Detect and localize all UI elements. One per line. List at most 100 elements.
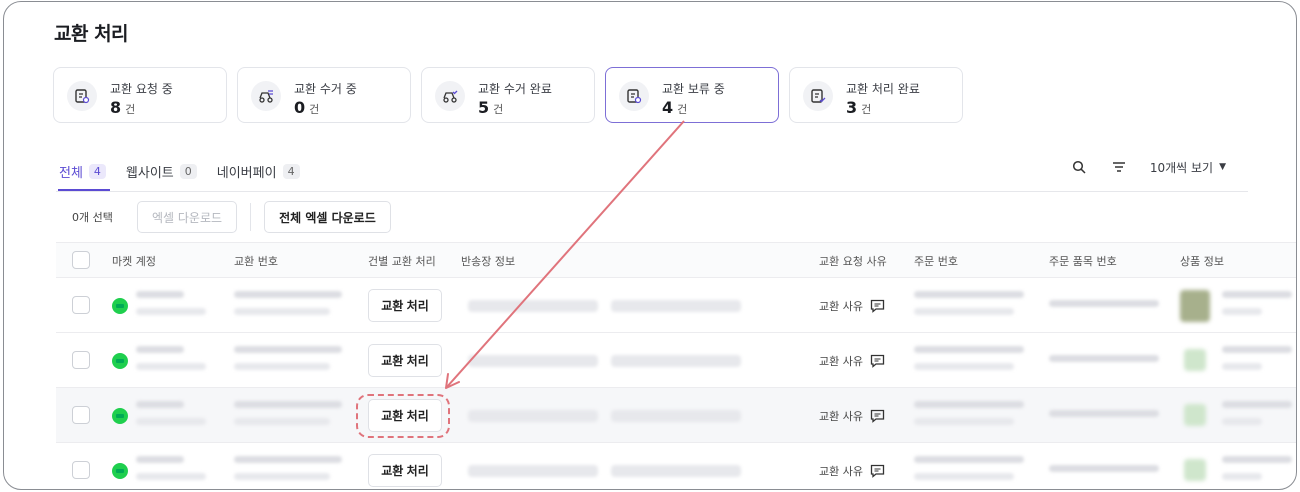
redacted-field [468, 465, 598, 477]
naverpay-logo-icon [112, 353, 128, 369]
page-size-select[interactable]: 10개씩 보기 ▼ [1150, 159, 1226, 176]
redacted-text [234, 418, 330, 425]
redacted-text [136, 346, 184, 353]
redacted-text [136, 291, 184, 298]
tab-website[interactable]: 웹사이트 0 [126, 160, 197, 182]
redacted-text [1222, 346, 1292, 353]
redacted-field [611, 465, 741, 477]
naverpay-logo-icon [112, 463, 128, 479]
exchange-done-icon [803, 81, 833, 111]
reason-label: 교환 사유 [819, 410, 863, 423]
row-checkbox[interactable] [72, 351, 90, 369]
redacted-field [468, 300, 598, 312]
col-order-number: 주문 번호 [914, 255, 958, 268]
app-frame: 교환 처리 교환 요청 중 8건 교환 수거 중 0건 교환 수거 완료 5건 [3, 1, 1297, 490]
reason-label: 교환 사유 [819, 355, 863, 368]
naverpay-logo-icon [112, 408, 128, 424]
caret-down-icon: ▼ [1219, 162, 1226, 172]
list-tools: 10개씩 보기 ▼ [1070, 158, 1226, 176]
card-count: 4건 [662, 98, 688, 117]
redacted-text [136, 308, 206, 315]
search-icon[interactable] [1070, 158, 1088, 176]
exchange-process-button[interactable]: 교환 처리 [368, 289, 442, 322]
tab-count-badge: 0 [179, 163, 197, 179]
redacted-text [1222, 401, 1292, 408]
redacted-field [611, 355, 741, 367]
card-exchange-hold[interactable]: 교환 보류 중 4건 [605, 67, 779, 123]
card-pickup-complete[interactable]: 교환 수거 완료 5건 [421, 67, 595, 123]
select-all-checkbox[interactable] [72, 251, 90, 269]
highlight-ring [356, 394, 450, 438]
redacted-text [914, 308, 1014, 315]
table-row: 교환 처리 교환 사유 [56, 388, 1296, 443]
redacted-text [234, 308, 330, 315]
redacted-text [1222, 308, 1262, 315]
reason-label: 교환 사유 [819, 465, 863, 478]
redacted-text [136, 401, 184, 408]
redacted-text [1049, 300, 1159, 307]
redacted-text [1222, 418, 1262, 425]
exchange-hold-icon [619, 81, 649, 111]
redacted-text [234, 363, 330, 370]
reason-label: 교환 사유 [819, 300, 863, 313]
redacted-text [1049, 410, 1159, 417]
card-count: 3건 [846, 98, 872, 117]
card-label: 교환 보류 중 [662, 82, 725, 96]
exchange-reason[interactable]: 교환 사유 [819, 463, 885, 479]
product-thumbnail [1180, 290, 1210, 322]
redacted-text [914, 346, 1024, 353]
message-icon [870, 299, 885, 313]
naverpay-logo-icon [112, 298, 128, 314]
col-market-account: 마켓 계정 [112, 255, 156, 268]
exchange-reason[interactable]: 교환 사유 [819, 353, 885, 369]
row-checkbox[interactable] [72, 406, 90, 424]
redacted-text [1222, 473, 1262, 480]
card-count: 8건 [110, 98, 136, 117]
redacted-text [234, 473, 330, 480]
row-checkbox[interactable] [72, 296, 90, 314]
redacted-text [914, 363, 1014, 370]
exchange-request-icon [67, 81, 97, 111]
col-exchange-number: 교환 번호 [234, 255, 278, 268]
selected-count: 0개 선택 [72, 211, 113, 224]
redacted-text [1222, 363, 1262, 370]
tab-all[interactable]: 전체 4 [59, 160, 106, 182]
exchange-reason[interactable]: 교환 사유 [819, 408, 885, 424]
status-cards: 교환 요청 중 8건 교환 수거 중 0건 교환 수거 완료 5건 교환 보류 … [53, 67, 963, 123]
exchange-process-button[interactable]: 교환 처리 [368, 344, 442, 377]
tab-label: 네이버페이 [216, 165, 277, 181]
pickup-in-progress-icon [251, 81, 281, 111]
card-exchange-request[interactable]: 교환 요청 중 8건 [53, 67, 227, 123]
redacted-text [136, 456, 184, 463]
exchange-reason[interactable]: 교환 사유 [819, 298, 885, 314]
tab-count-badge: 4 [282, 163, 300, 179]
divider [250, 203, 252, 231]
tab-count-badge: 4 [88, 163, 106, 179]
exchange-process-button[interactable]: 교환 처리 [368, 454, 442, 487]
product-thumbnail [1184, 349, 1206, 371]
tab-divider [56, 191, 1248, 192]
card-pickup-in-progress[interactable]: 교환 수거 중 0건 [237, 67, 411, 123]
redacted-text [234, 456, 342, 463]
card-exchange-done[interactable]: 교환 처리 완료 3건 [789, 67, 963, 123]
col-exchange-action: 건별 교환 처리 [368, 255, 436, 268]
redacted-text [136, 418, 206, 425]
action-bar: 0개 선택 엑셀 다운로드 전체 엑셀 다운로드 [72, 201, 391, 233]
row-checkbox[interactable] [72, 461, 90, 479]
excel-download-all-button[interactable]: 전체 엑셀 다운로드 [264, 201, 391, 233]
message-icon [870, 354, 885, 368]
filter-icon[interactable] [1110, 158, 1128, 176]
channel-tabs: 전체 4 웹사이트 0 네이버페이 4 [59, 160, 300, 182]
card-label: 교환 처리 완료 [846, 82, 920, 96]
tab-naverpay[interactable]: 네이버페이 4 [217, 160, 300, 182]
product-thumbnail [1184, 404, 1206, 426]
redacted-text [914, 291, 1024, 298]
product-thumbnail [1184, 459, 1206, 481]
redacted-text [914, 401, 1024, 408]
tab-label: 전체 [59, 165, 83, 181]
page-title: 교환 처리 [54, 23, 129, 45]
card-count: 5건 [478, 98, 504, 117]
excel-download-button[interactable]: 엑셀 다운로드 [137, 201, 238, 233]
card-label: 교환 수거 완료 [478, 82, 552, 96]
message-icon [870, 464, 885, 478]
